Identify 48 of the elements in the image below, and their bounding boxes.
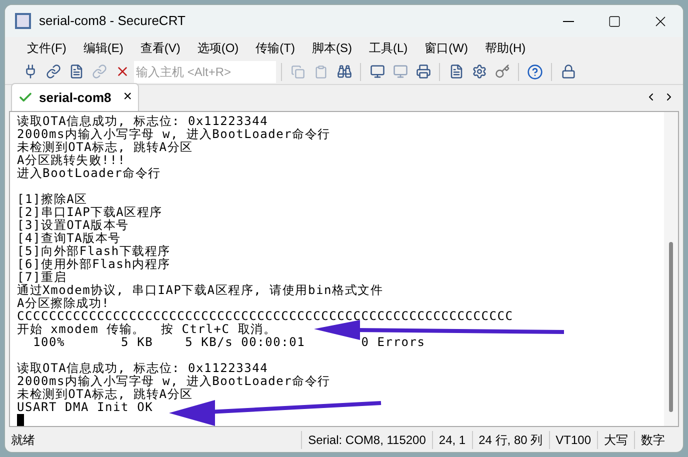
status-pane: 就绪 — [10, 432, 36, 449]
menu-item[interactable]: 编辑(E) — [75, 39, 132, 57]
tab-close-button[interactable]: × — [123, 86, 132, 109]
text-cursor — [17, 414, 24, 426]
terminal-line: 通过Xmodem协议, 串口IAP下载A区程序, 请使用bin格式文件 — [17, 284, 384, 297]
menu-item[interactable]: 传输(T) — [248, 39, 303, 57]
menu-item[interactable]: 窗口(W) — [416, 39, 476, 57]
terminal-line: 读取OTA信息成功, 标志位: 0x11223344 — [17, 362, 268, 375]
maximize-icon — [608, 14, 620, 28]
app-icon — [15, 13, 31, 29]
terminal-line: 未检测到OTA标志, 跳转A分区 — [17, 141, 193, 154]
terminal-line: 未检测到OTA标志, 跳转A分区 — [17, 388, 193, 401]
status-pane: 数字 — [634, 431, 671, 449]
terminal-line: CCCCCCCCCCCCCCCCCCCCCCCCCCCCCCCCCCCCCCCCCCCCCCCCCCCCCCCCCCCCCC — [17, 310, 514, 323]
terminal-line: A分区擦除成功! — [17, 297, 110, 310]
terminal-line: [2]串口IAP下载A区程序 — [17, 206, 162, 219]
terminal-line: [1]擦除A区 — [17, 193, 88, 206]
terminal-line: [3]设置OTA版本号 — [17, 219, 129, 232]
window-title: serial-com8 - SecureCRT — [39, 12, 186, 30]
menu-item[interactable]: 文件(F) — [19, 39, 74, 57]
terminal-line: 开始 xmodem 传输。 按 Ctrl+C 取消。 — [17, 323, 276, 336]
terminal-line: [5]向外部Flash下载程序 — [17, 245, 170, 258]
status-pane: 24, 1 — [432, 431, 472, 449]
status-pane: VT100 — [548, 431, 597, 449]
menu-item[interactable]: 帮助(H) — [476, 39, 534, 57]
terminal-line: 进入BootLoader命令行 — [17, 167, 161, 180]
tab-label: serial-com8 — [39, 88, 112, 107]
menu-item[interactable]: 查看(V) — [132, 39, 188, 57]
host-field[interactable]: 输入主机 <Alt+R> — [134, 60, 276, 82]
menu-item[interactable]: 脚本(S) — [304, 39, 360, 57]
terminal-line: USART DMA Init OK — [17, 401, 154, 414]
terminal-line: [6]使用外部Flash内程序 — [17, 258, 170, 271]
vertical-scrollbar[interactable] — [664, 112, 678, 426]
terminal-line: [7]重启 — [17, 271, 67, 284]
menu-item[interactable]: 工具(L) — [360, 39, 416, 57]
status-pane: 24 行, 80 列 — [472, 431, 549, 449]
status-pane: 大写 — [597, 431, 634, 449]
terminal-line: 读取OTA信息成功, 标志位: 0x11223344 — [17, 115, 268, 128]
scrollbar-thumb[interactable] — [669, 242, 673, 412]
terminal-line: 2000ms内输入小写字母 w, 进入BootLoader命令行 — [17, 375, 330, 388]
minimize-icon — [562, 20, 574, 22]
terminal-line: 100% 5 KB 5 KB/s 00:00:01 0 Errors — [32, 336, 426, 349]
status-pane: Serial: COM8, 115200 — [301, 431, 432, 449]
session-tab[interactable]: serial-com8 × — [11, 83, 139, 111]
terminal-line: A分区跳转失败!!! — [17, 154, 126, 167]
menu-item[interactable]: 选项(O) — [189, 39, 247, 57]
terminal-line: [4]查询TA版本号 — [17, 232, 121, 245]
terminal-line: 2000ms内输入小写字母 w, 进入BootLoader命令行 — [17, 128, 330, 141]
